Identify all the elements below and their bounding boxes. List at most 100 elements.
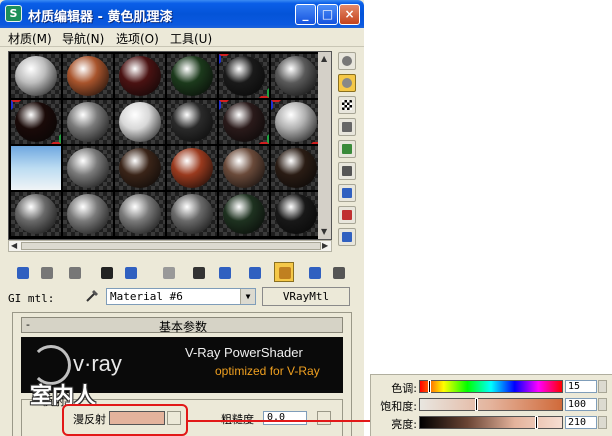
put-to-scene-button[interactable] <box>36 262 56 282</box>
background-checker-button[interactable] <box>338 96 356 114</box>
roughness-spinner[interactable]: 0.0 <box>263 411 307 425</box>
material-sample-slot[interactable] <box>219 54 269 98</box>
slots-vertical-scrollbar[interactable]: ▲ ▼ <box>318 52 331 239</box>
scroll-right-icon[interactable]: ▶ <box>322 241 328 250</box>
roughness-map-button[interactable] <box>317 411 331 425</box>
material-preview-sphere <box>223 148 265 188</box>
scroll-up-icon[interactable]: ▲ <box>321 54 327 63</box>
saturation-marker[interactable] <box>475 398 478 411</box>
make-preview-button[interactable] <box>338 162 356 180</box>
options-icon <box>342 188 352 198</box>
material-sample-slot[interactable] <box>115 146 165 190</box>
material-sample-slot[interactable] <box>115 54 165 98</box>
hue-bar[interactable] <box>419 380 563 393</box>
saturation-value[interactable]: 100 <box>565 398 597 411</box>
material-sample-slot[interactable] <box>11 146 61 190</box>
material-sample-slot[interactable] <box>11 54 61 98</box>
maximize-icon: □ <box>321 7 334 21</box>
show-end-result-button[interactable] <box>274 262 294 282</box>
menu-options[interactable]: 选项(O) <box>116 30 159 47</box>
hue-spinner[interactable] <box>598 380 607 393</box>
assign-to-selection-button[interactable] <box>64 262 84 282</box>
go-forward-sibling-button[interactable] <box>328 262 348 282</box>
material-sample-slot[interactable] <box>115 192 165 236</box>
vray-logo-text: v·ray <box>73 351 122 376</box>
uv-tiling-button[interactable] <box>338 118 356 136</box>
material-sample-slot[interactable] <box>271 192 321 236</box>
slot-hot-corner <box>11 100 21 110</box>
material-sample-slot[interactable] <box>63 192 113 236</box>
sample-type-sphere-icon <box>342 56 352 66</box>
material-preview-sphere <box>171 148 213 188</box>
material-sample-slot[interactable] <box>167 192 217 236</box>
get-material-button[interactable] <box>12 262 32 282</box>
material-preview-sphere <box>15 56 57 96</box>
material-preview-sphere <box>171 56 213 96</box>
show-end-result-icon <box>279 267 291 279</box>
material-sample-slot[interactable] <box>167 100 217 144</box>
slots-horizontal-scrollbar[interactable]: ◀ ▶ <box>8 240 332 252</box>
material-preview-sphere <box>275 194 317 234</box>
material-sample-slot[interactable] <box>11 192 61 236</box>
material-type-button[interactable]: VRayMtl <box>262 287 350 306</box>
material-sample-slot[interactable] <box>63 100 113 144</box>
material-sample-slot[interactable] <box>115 100 165 144</box>
material-sample-slot[interactable] <box>271 100 321 144</box>
brightness-value[interactable]: 210 <box>565 416 597 429</box>
make-preview-icon <box>342 166 352 176</box>
put-to-library-button[interactable] <box>188 262 208 282</box>
material-editor-window: S 材质编辑器 - 黄色肌理漆 _ □ × 材质(M) 导航(N) 选项(O) … <box>0 0 364 436</box>
options-button[interactable] <box>338 184 356 202</box>
video-color-check-button[interactable] <box>338 140 356 158</box>
material-id-button[interactable] <box>214 262 234 282</box>
material-sample-slot[interactable] <box>63 146 113 190</box>
backlight-button[interactable] <box>338 74 356 92</box>
chevron-down-icon[interactable]: ▼ <box>240 289 255 304</box>
slot-hot-corner <box>219 54 229 64</box>
material-sample-slot[interactable] <box>219 146 269 190</box>
material-sample-slot[interactable] <box>11 100 61 144</box>
go-to-parent-button[interactable] <box>304 262 324 282</box>
scroll-thumb[interactable] <box>21 242 321 250</box>
callout-leader-line <box>188 420 370 422</box>
brightness-bar[interactable] <box>419 416 563 429</box>
make-unique-button[interactable] <box>158 262 178 282</box>
material-sample-slot[interactable] <box>63 54 113 98</box>
brightness-marker[interactable] <box>535 416 538 429</box>
select-by-material-button[interactable] <box>338 206 356 224</box>
material-name-dropdown[interactable]: Material #6 ▼ <box>106 288 256 305</box>
slot-hot-corner <box>51 134 61 144</box>
app-icon[interactable]: S <box>5 5 22 22</box>
hue-value[interactable]: 15 <box>565 380 597 393</box>
video-color-check-icon <box>342 144 352 154</box>
material-sample-slot[interactable] <box>271 54 321 98</box>
scroll-left-icon[interactable]: ◀ <box>11 241 17 250</box>
title-bar[interactable]: S 材质编辑器 - 黄色肌理漆 _ □ × <box>0 0 364 28</box>
material-preview-sphere <box>223 194 265 234</box>
material-sample-slot[interactable] <box>219 100 269 144</box>
minimize-button[interactable]: _ <box>295 4 316 25</box>
material-sample-slot[interactable] <box>219 192 269 236</box>
menu-tools[interactable]: 工具(U) <box>170 30 212 47</box>
material-sample-slot[interactable] <box>167 54 217 98</box>
reset-map-button[interactable] <box>96 262 116 282</box>
rollout-header[interactable]: - 基本参数 <box>21 317 343 334</box>
menu-material[interactable]: 材质(M) <box>8 30 52 47</box>
material-sample-slot[interactable] <box>271 146 321 190</box>
material-preview-sphere <box>119 194 161 234</box>
saturation-spinner[interactable] <box>598 398 607 411</box>
pick-material-eyedropper-icon[interactable] <box>84 286 102 304</box>
make-copy-button[interactable] <box>120 262 140 282</box>
saturation-row: 饱和度: 100 <box>371 397 612 413</box>
scroll-down-icon[interactable]: ▼ <box>321 227 327 236</box>
brightness-spinner[interactable] <box>598 416 607 429</box>
saturation-bar[interactable] <box>419 398 563 411</box>
hue-marker[interactable] <box>428 380 431 393</box>
material-navigator-button[interactable] <box>338 228 356 246</box>
show-map-button[interactable] <box>244 262 264 282</box>
close-button[interactable]: × <box>339 4 360 25</box>
menu-navigation[interactable]: 导航(N) <box>62 30 104 47</box>
material-sample-slot[interactable] <box>167 146 217 190</box>
sample-type-sphere-button[interactable] <box>338 52 356 70</box>
maximize-button[interactable]: □ <box>317 4 338 25</box>
